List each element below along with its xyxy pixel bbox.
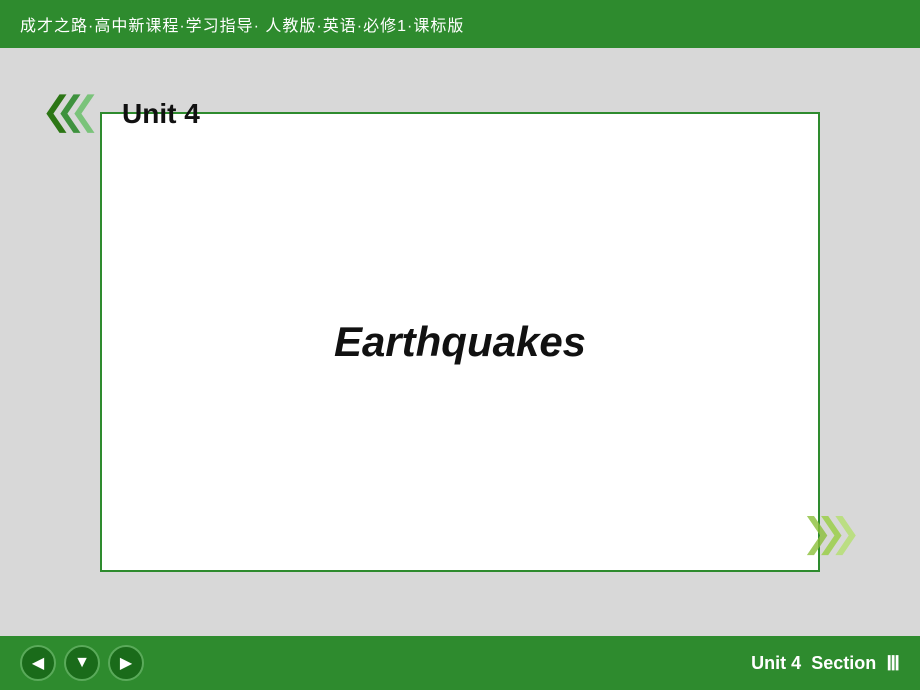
- nav-down-button[interactable]: ▼: [64, 645, 100, 681]
- header-bar: 成才之路·高中新课程·学习指导· 人教版·英语·必修1·课标版: [0, 0, 920, 48]
- slide-container: 成才之路·高中新课程·学习指导· 人教版·英语·必修1·课标版 Unit 4: [0, 0, 920, 690]
- nav-buttons: ◀ ▼ ▶: [20, 645, 144, 681]
- footer-section-label: Section: [811, 653, 876, 674]
- unit-label-area: Unit 4: [42, 84, 200, 144]
- nav-prev-icon: ◀: [32, 653, 44, 673]
- footer-right: Unit 4 Section Ⅲ: [751, 651, 900, 676]
- earthquakes-title: Earthquakes: [334, 318, 586, 366]
- chevrons-right: [798, 506, 878, 566]
- footer-bar: ◀ ▼ ▶ Unit 4 Section Ⅲ: [0, 636, 920, 690]
- main-content: Unit 4 Earthquakes: [0, 48, 920, 636]
- left-chevrons-icon: [42, 84, 112, 144]
- right-chevrons-icon: [798, 506, 878, 566]
- nav-prev-button[interactable]: ◀: [20, 645, 56, 681]
- footer-section-number: Ⅲ: [886, 651, 900, 676]
- main-title-area: Earthquakes: [102, 114, 818, 570]
- slide-box: Unit 4 Earthquakes: [100, 112, 820, 572]
- footer-unit-label: Unit 4: [751, 653, 801, 674]
- unit-title: Unit 4: [122, 98, 200, 130]
- header-text: 成才之路·高中新课程·学习指导· 人教版·英语·必修1·课标版: [20, 12, 464, 36]
- nav-next-icon: ▶: [120, 653, 132, 673]
- nav-next-button[interactable]: ▶: [108, 645, 144, 681]
- nav-down-icon: ▼: [74, 654, 90, 672]
